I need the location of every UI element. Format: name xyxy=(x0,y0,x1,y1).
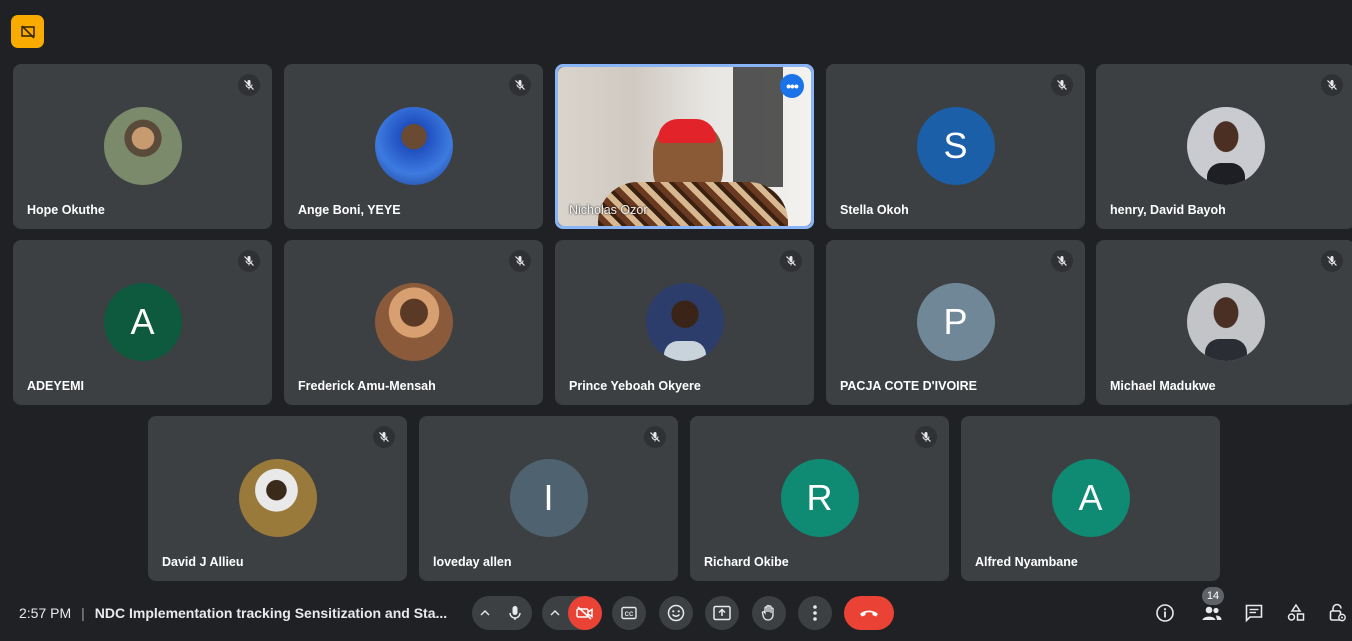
avatar-initial: R xyxy=(780,459,859,537)
hangup-group xyxy=(844,596,894,630)
participant-tile[interactable]: Hope Okuthe xyxy=(13,64,272,229)
avatar-initial: I xyxy=(509,459,588,537)
participant-tile-active-speaker[interactable]: ••• Nicholas Ozor xyxy=(555,64,814,229)
avatar xyxy=(103,107,182,185)
mic-off-icon xyxy=(644,426,666,448)
raise-hand-button[interactable] xyxy=(752,596,786,630)
avatar-initial: S xyxy=(916,107,995,185)
participant-name: Frederick Amu-Mensah xyxy=(298,379,436,393)
mic-off-icon xyxy=(1321,250,1343,272)
participant-tile[interactable]: A Alfred Nyambane xyxy=(961,416,1220,581)
more-group xyxy=(798,596,832,630)
mic-off-icon xyxy=(780,250,802,272)
side-panel-controls: 14 xyxy=(1142,585,1352,641)
leave-call-button[interactable] xyxy=(844,596,894,630)
host-controls-lock-icon[interactable] xyxy=(1326,602,1348,624)
participant-tile[interactable]: Prince Yeboah Okyere xyxy=(555,240,814,405)
mic-off-icon xyxy=(1051,74,1073,96)
chat-icon[interactable] xyxy=(1243,602,1265,624)
emoji-group xyxy=(659,596,693,630)
participant-name: loveday allen xyxy=(433,555,512,569)
mic-control-group xyxy=(472,596,532,630)
video-options-chevron-up-icon[interactable] xyxy=(542,596,568,630)
more-options-button[interactable]: ••• xyxy=(780,74,804,98)
participant-name: ADEYEMI xyxy=(27,379,84,393)
microphone-button[interactable] xyxy=(498,596,532,630)
participant-name: PACJA COTE D'IVOIRE xyxy=(840,379,978,393)
participant-tile[interactable]: henry, David Bayoh xyxy=(1096,64,1352,229)
mic-off-icon xyxy=(238,250,260,272)
participant-name: Richard Okibe xyxy=(704,555,789,569)
mic-pill xyxy=(472,596,532,630)
separator: | xyxy=(81,605,85,621)
more-options-vertical-icon[interactable] xyxy=(798,596,832,630)
svg-text:CC: CC xyxy=(625,612,634,618)
avatar xyxy=(374,107,453,185)
participant-name: Prince Yeboah Okyere xyxy=(569,379,701,393)
mic-off-icon xyxy=(915,426,937,448)
participant-name: henry, David Bayoh xyxy=(1110,203,1226,217)
meeting-controls-bar: 2:57 PM | NDC Implementation tracking Se… xyxy=(0,585,1352,641)
mic-off-icon xyxy=(509,74,531,96)
participant-tile[interactable]: R Richard Okibe xyxy=(690,416,949,581)
mic-off-icon xyxy=(509,250,531,272)
participant-tile[interactable]: Frederick Amu-Mensah xyxy=(284,240,543,405)
camera-off-button[interactable] xyxy=(568,596,602,630)
participant-name: Stella Okoh xyxy=(840,203,909,217)
participant-tile[interactable]: S Stella Okoh xyxy=(826,64,1085,229)
avatar xyxy=(1186,283,1265,361)
present-screen-button[interactable] xyxy=(705,596,739,630)
avatar-initial: A xyxy=(103,283,182,361)
participant-tile[interactable]: Michael Madukwe xyxy=(1096,240,1352,405)
people-icon[interactable] xyxy=(1201,602,1223,624)
participant-name: Ange Boni, YEYE xyxy=(298,203,401,217)
avatar-initial: P xyxy=(916,283,995,361)
captions-button[interactable]: CC xyxy=(612,596,646,630)
avatar xyxy=(238,459,317,537)
current-time: 2:57 PM xyxy=(19,605,72,621)
participant-grid: Hope Okuthe Ange Boni, YEYE ••• Nicholas… xyxy=(0,0,1352,585)
avatar-initial: A xyxy=(1051,459,1130,537)
camera-pill xyxy=(542,596,602,630)
meeting-title: NDC Implementation tracking Sensitizatio… xyxy=(94,605,448,621)
present-group xyxy=(705,596,739,630)
mic-off-icon xyxy=(1051,250,1073,272)
camera-control-group xyxy=(542,596,602,630)
meeting-info: 2:57 PM | NDC Implementation tracking Se… xyxy=(19,585,447,641)
emoji-reaction-button[interactable] xyxy=(659,596,693,630)
avatar xyxy=(374,283,453,361)
activities-icon[interactable] xyxy=(1285,602,1307,624)
participant-name: David J Allieu xyxy=(162,555,244,569)
participant-tile[interactable]: I loveday allen xyxy=(419,416,678,581)
mic-off-icon xyxy=(238,74,260,96)
participant-tile[interactable]: David J Allieu xyxy=(148,416,407,581)
participant-tile[interactable]: Ange Boni, YEYE xyxy=(284,64,543,229)
participant-tile[interactable]: A ADEYEMI xyxy=(13,240,272,405)
participant-name: Hope Okuthe xyxy=(27,203,105,217)
audio-options-chevron-up-icon[interactable] xyxy=(472,596,498,630)
avatar xyxy=(1186,107,1265,185)
participant-name: Nicholas Ozor xyxy=(569,203,648,217)
mic-off-icon xyxy=(1321,74,1343,96)
avatar xyxy=(645,283,724,361)
participant-tile[interactable]: P PACJA COTE D'IVOIRE xyxy=(826,240,1085,405)
participant-name: Alfred Nyambane xyxy=(975,555,1078,569)
cc-group: CC xyxy=(612,596,646,630)
raise-hand-group xyxy=(752,596,786,630)
meeting-details-info-icon[interactable] xyxy=(1154,602,1176,624)
mic-off-icon xyxy=(373,426,395,448)
participant-name: Michael Madukwe xyxy=(1110,379,1216,393)
